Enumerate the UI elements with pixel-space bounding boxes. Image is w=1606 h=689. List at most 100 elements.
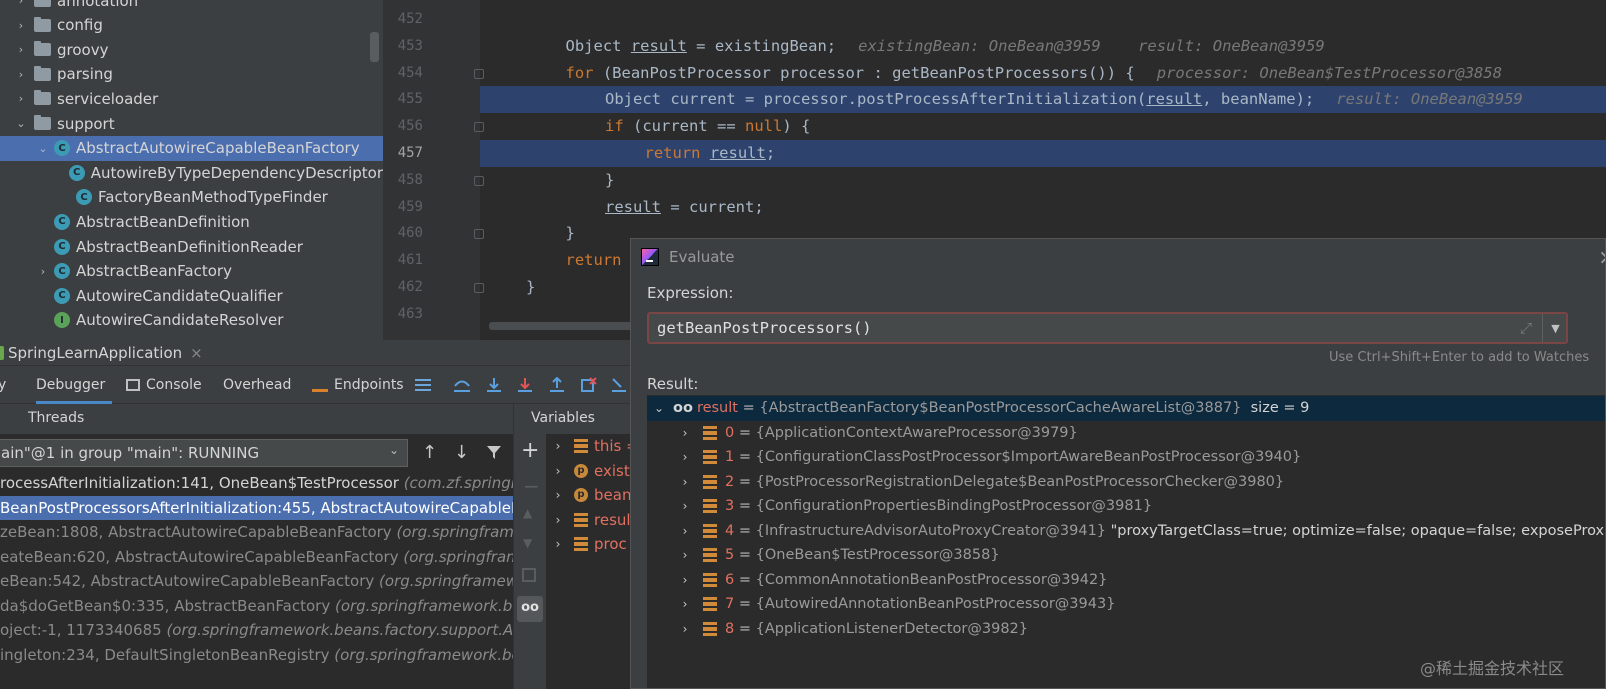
step-into-icon[interactable] xyxy=(483,374,505,396)
result-root-row[interactable]: ⌄ oo result = {AbstractBeanFactory$BeanPos… xyxy=(647,396,1605,421)
result-item-row[interactable]: › 0 = {ApplicationContextAwareProcessor@3… xyxy=(647,421,1605,446)
stack-frame[interactable]: ingleton:234, DefaultSingletonBeanRegist… xyxy=(0,643,513,667)
step-out-icon[interactable] xyxy=(546,374,568,396)
fold-marker-icon[interactable] xyxy=(474,229,484,240)
result-item-row[interactable]: › 1 = {ConfigurationClassPostProcessor$Im… xyxy=(647,445,1605,470)
chevron-right-icon[interactable]: › xyxy=(14,0,28,7)
tree-item[interactable]: › serviceloader xyxy=(0,86,383,111)
variable-row[interactable]: › this = xyxy=(550,434,630,458)
tab-overhead[interactable]: Overhead xyxy=(223,366,291,404)
code-line[interactable]: Object current = processor.postProcessAf… xyxy=(383,86,1606,114)
tree-item[interactable]: ⌄ C AbstractAutowireCapableBeanFactory xyxy=(0,135,383,161)
expression-input[interactable]: getBeanPostProcessors() ⤢ xyxy=(647,312,1568,344)
result-tree[interactable]: ⌄ oo result = {AbstractBeanFactory$BeanPos… xyxy=(647,395,1605,688)
chevron-right-icon[interactable]: › xyxy=(677,470,693,495)
stack-frame[interactable]: oject:-1, 1173340685 (org.springframewor… xyxy=(0,618,513,642)
chevron-right-icon[interactable]: › xyxy=(677,617,693,642)
close-icon[interactable]: × xyxy=(1598,245,1605,269)
code-line[interactable]: } xyxy=(383,167,1606,194)
variable-row[interactable]: › p bean xyxy=(550,483,630,507)
result-item-row[interactable]: › 3 = {ConfigurationPropertiesBindingPost… xyxy=(647,494,1605,519)
evaluate-title-bar[interactable]: Evaluate × xyxy=(631,239,1605,275)
fold-marker-icon[interactable] xyxy=(474,175,484,186)
result-item-row[interactable]: › 8 = {ApplicationListenerDetector@3982} xyxy=(647,617,1605,642)
tree-item[interactable]: C AbstractBeanDefinitionReader xyxy=(0,234,383,259)
chevron-right-icon[interactable]: › xyxy=(550,434,566,458)
variable-row[interactable]: › proc xyxy=(550,532,627,556)
chevron-right-icon[interactable]: › xyxy=(677,543,693,568)
stack-frame[interactable]: BeanPostProcessorsAfterInitialization:45… xyxy=(0,495,513,520)
stack-frame[interactable]: zeBean:1808, AbstractAutowireCapableBean… xyxy=(0,520,513,544)
variable-row[interactable]: › p exist xyxy=(550,459,630,483)
move-down-icon[interactable]: ▼ xyxy=(523,536,532,550)
chevron-right-icon[interactable]: › xyxy=(550,459,566,483)
chevron-right-icon[interactable]: › xyxy=(677,445,693,470)
copy-icon[interactable] xyxy=(522,568,536,582)
tab-console[interactable]: Console xyxy=(126,366,202,404)
tree-item[interactable]: › groovy xyxy=(0,37,383,62)
force-step-into-icon[interactable] xyxy=(514,374,536,396)
thread-selector[interactable]: ain"@1 in group "main": RUNNING ⌄ xyxy=(0,439,408,467)
result-item-row[interactable]: › 6 = {CommonAnnotationBeanPostProcessor@… xyxy=(647,568,1605,593)
tree-item[interactable]: C AutowireByTypeDependencyDescriptor xyxy=(0,160,383,185)
filter-icon[interactable] xyxy=(486,444,502,464)
fold-marker-icon[interactable] xyxy=(474,283,484,293)
tree-item[interactable]: › annotation xyxy=(0,0,383,13)
add-watch-icon[interactable]: + xyxy=(521,438,539,463)
watches-toggle-icon[interactable]: oo xyxy=(517,596,543,622)
code-line[interactable]: for (BeanPostProcessor processor : getBe… xyxy=(383,60,1606,87)
tree-item[interactable]: › config xyxy=(0,13,383,38)
tree-scrollbar[interactable] xyxy=(370,32,379,62)
tree-item[interactable]: ⌄ support xyxy=(0,111,383,136)
code-line[interactable]: return result; xyxy=(383,140,1606,167)
chevron-right-icon[interactable]: › xyxy=(14,92,28,105)
stack-frame[interactable]: eBean:542, AbstractAutowireCapableBeanFa… xyxy=(0,569,513,593)
chevron-right-icon[interactable]: › xyxy=(36,265,50,278)
run-to-cursor-icon[interactable] xyxy=(608,374,630,396)
tab-partial[interactable]: y xyxy=(0,366,6,404)
result-item-row[interactable]: › 2 = {PostProcessorRegistrationDelegate$… xyxy=(647,470,1605,495)
code-line[interactable]: if (current == null) { xyxy=(383,113,1606,140)
result-item-row[interactable]: › 7 = {AutowiredAnnotationBeanPostProcess… xyxy=(647,592,1605,617)
step-over-icon[interactable] xyxy=(451,374,473,396)
code-line[interactable]: result = current; xyxy=(383,194,1606,221)
run-config-tab[interactable]: SpringLearnApplication × xyxy=(0,340,203,366)
close-icon[interactable]: × xyxy=(190,341,203,365)
arrow-up-icon[interactable]: ↑ xyxy=(422,442,437,463)
chevron-down-icon[interactable]: ⌄ xyxy=(36,142,50,155)
chevron-right-icon[interactable]: › xyxy=(14,43,28,56)
tab-endpoints[interactable]: Endpoints xyxy=(312,366,404,404)
arrow-down-icon[interactable]: ↓ xyxy=(454,442,469,463)
expand-icon[interactable]: ⤢ xyxy=(1520,314,1532,342)
result-item-row[interactable]: › 4 = {InfrastructureAdvisorAutoProxyCrea… xyxy=(647,519,1605,544)
move-up-icon[interactable]: ▲ xyxy=(523,506,532,520)
tree-item[interactable]: › parsing xyxy=(0,62,383,87)
chevron-right-icon[interactable]: › xyxy=(677,592,693,617)
chevron-right-icon[interactable]: › xyxy=(550,483,566,507)
tab-debugger[interactable]: Debugger xyxy=(36,366,112,404)
stack-frame[interactable]: da$doGetBean$0:335, AbstractBeanFactory … xyxy=(0,594,513,618)
code-line[interactable] xyxy=(383,6,1606,33)
stack-frame[interactable]: eateBean:620, AbstractAutowireCapableBea… xyxy=(0,545,513,569)
tree-item[interactable]: I AutowireCandidateResolver xyxy=(0,308,383,333)
result-item-row[interactable]: › 5 = {OneBean$TestProcessor@3858} xyxy=(647,543,1605,568)
fold-marker-icon[interactable] xyxy=(474,68,484,79)
chevron-down-icon[interactable]: ⌄ xyxy=(14,117,28,130)
chevron-right-icon[interactable]: › xyxy=(677,568,693,593)
tree-item[interactable]: C FactoryBeanMethodTypeFinder xyxy=(0,185,383,210)
drop-frame-icon[interactable] xyxy=(578,374,600,396)
chevron-right-icon[interactable]: › xyxy=(14,68,28,81)
code-line[interactable]: Object result = existingBean; existingBea… xyxy=(383,33,1606,60)
chevron-right-icon[interactable]: › xyxy=(677,494,693,519)
chevron-right-icon[interactable]: › xyxy=(677,519,693,544)
chevron-down-icon[interactable]: ⌄ xyxy=(651,396,667,421)
expression-history-dropdown[interactable]: ▼ xyxy=(1542,314,1568,342)
chevron-right-icon[interactable]: › xyxy=(677,421,693,446)
editor-scrollbar[interactable] xyxy=(489,322,639,330)
chevron-right-icon[interactable]: › xyxy=(14,19,28,32)
tree-item[interactable]: C AutowireCandidateQualifier xyxy=(0,283,383,308)
chevron-right-icon[interactable]: › xyxy=(550,532,566,556)
remove-watch-icon[interactable]: − xyxy=(523,474,540,498)
chevron-right-icon[interactable]: › xyxy=(550,508,566,532)
fold-marker-icon[interactable] xyxy=(474,122,484,133)
